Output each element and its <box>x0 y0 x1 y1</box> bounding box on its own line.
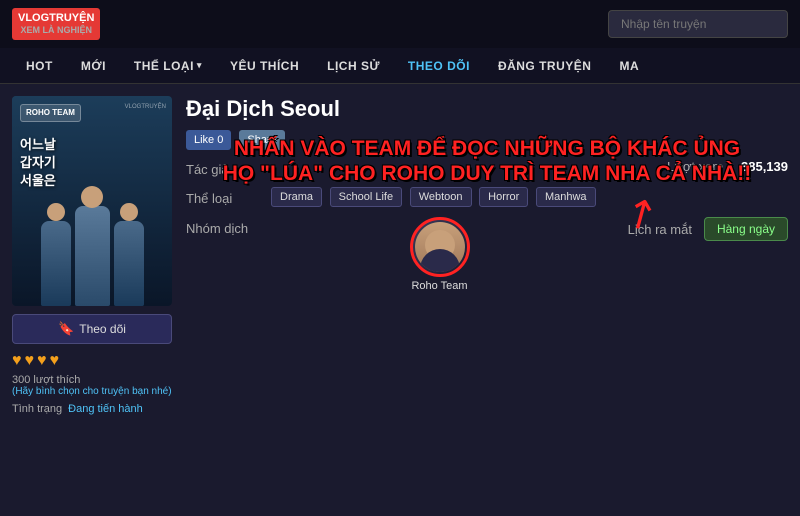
share-button[interactable]: Share <box>239 130 284 150</box>
group-avatar[interactable] <box>410 217 470 277</box>
bookmark-icon: 🔖 <box>58 321 74 337</box>
views-label: Lượt xem <box>667 159 723 174</box>
views-group: Lượt xem 385,139 <box>608 158 788 176</box>
views-value: 385,139 <box>741 159 788 174</box>
cover-art: ROHO TEAM VLOGTRUYỆN 어느날 갑자기 서울은 <box>12 96 172 306</box>
navigation: HOT MỚI THỂ LOẠI ▾ YÊU THÍCH LỊCH SỬ THE… <box>0 48 800 84</box>
author-views-row: Tác giả Lượt xem 385,139 <box>186 158 788 177</box>
search-input[interactable] <box>608 10 788 38</box>
follow-button[interactable]: 🔖 Theo dõi <box>12 314 172 344</box>
hearts-row: ♥ ♥ ♥ ♥ <box>12 352 172 370</box>
likes-count: 300 lượt thích <box>12 374 172 386</box>
manga-cover: ROHO TEAM VLOGTRUYỆN 어느날 갑자기 서울은 <box>12 96 172 306</box>
nav-item-more[interactable]: MA <box>605 48 653 84</box>
nav-item-dang-truyen[interactable]: ĐĂNG TRUYỆN <box>484 48 606 84</box>
cover-figure-3 <box>114 221 144 306</box>
nav-item-yeu-thich[interactable]: YÊU THÍCH <box>216 48 313 84</box>
heart-icon-2: ♥ <box>25 352 35 370</box>
nhom-dich-wrapper: Roho Team <box>271 217 608 292</box>
heart-icon-1: ♥ <box>12 352 22 370</box>
cover-figures <box>12 166 172 306</box>
right-panel: Đại Dịch Seoul Like 0 Share NHẤN VÀO TEA… <box>186 96 788 504</box>
info-table: Tác giả Lượt xem 385,139 Thể loại Drama … <box>186 158 788 292</box>
manga-title: Đại Dịch Seoul <box>186 96 788 122</box>
nav-item-the-loai[interactable]: THỂ LOẠI ▾ <box>120 48 216 84</box>
likes-link[interactable]: (Hãy bình chọn cho truyện bạn nhé) <box>12 386 172 397</box>
cover-figure-1 <box>41 221 71 306</box>
group-name: Roho Team <box>411 280 467 292</box>
group-schedule-row: Nhóm dịch Roho Team Lịch ra mắt Hàng ngà… <box>186 217 788 292</box>
nav-item-theo-doi[interactable]: THEO DÕI <box>394 48 484 84</box>
genres-row: Thể loại Drama School Life Webtoon Horro… <box>186 187 788 207</box>
chevron-down-icon: ▾ <box>197 60 202 71</box>
cover-watermark: VLOGTRUYỆN <box>125 104 166 110</box>
nav-item-lich-su[interactable]: LỊCH SỬ <box>313 48 394 84</box>
like-button[interactable]: Like 0 <box>186 130 231 150</box>
nav-item-moi[interactable]: MỚI <box>67 48 120 84</box>
status-value: Đang tiến hành <box>68 403 143 415</box>
social-row: Like 0 Share <box>186 130 788 150</box>
author-label: Tác giả <box>186 158 271 177</box>
tag-horror[interactable]: Horror <box>479 187 528 207</box>
schedule-value: Hàng ngày <box>704 217 788 241</box>
schedule-label: Lịch ra mắt <box>628 222 692 237</box>
genres-list: Drama School Life Webtoon Horror Manhwa <box>271 187 788 207</box>
left-panel: ROHO TEAM VLOGTRUYỆN 어느날 갑자기 서울은 🔖 Theo … <box>12 96 172 504</box>
header: VLOGTRUYỆN XEM LÀ NGHIỆN <box>0 0 800 48</box>
tag-manhwa[interactable]: Manhwa <box>536 187 596 207</box>
group-label: Nhóm dịch <box>186 217 271 236</box>
site-logo[interactable]: VLOGTRUYỆN XEM LÀ NGHIỆN <box>12 8 100 40</box>
schedule-group: Lịch ra mắt Hàng ngày <box>608 217 788 241</box>
cover-figure-2 <box>75 206 110 306</box>
cover-team-badge: ROHO TEAM <box>20 104 81 122</box>
status-row: Tình trạng Đang tiến hành <box>12 403 172 415</box>
status-label: Tình trạng <box>12 403 62 415</box>
heart-icon-3: ♥ <box>37 352 47 370</box>
tag-webtoon[interactable]: Webtoon <box>410 187 472 207</box>
tag-school-life[interactable]: School Life <box>330 187 402 207</box>
heart-icon-4: ♥ <box>50 352 60 370</box>
main-content: ROHO TEAM VLOGTRUYỆN 어느날 갑자기 서울은 🔖 Theo … <box>0 84 800 516</box>
genre-label: Thể loại <box>186 187 271 206</box>
group-value: Roho Team <box>271 217 608 292</box>
avatar-face <box>415 222 465 272</box>
tag-drama[interactable]: Drama <box>271 187 322 207</box>
logo-area: VLOGTRUYỆN XEM LÀ NGHIỆN <box>12 8 100 40</box>
nav-item-hot[interactable]: HOT <box>12 48 67 84</box>
